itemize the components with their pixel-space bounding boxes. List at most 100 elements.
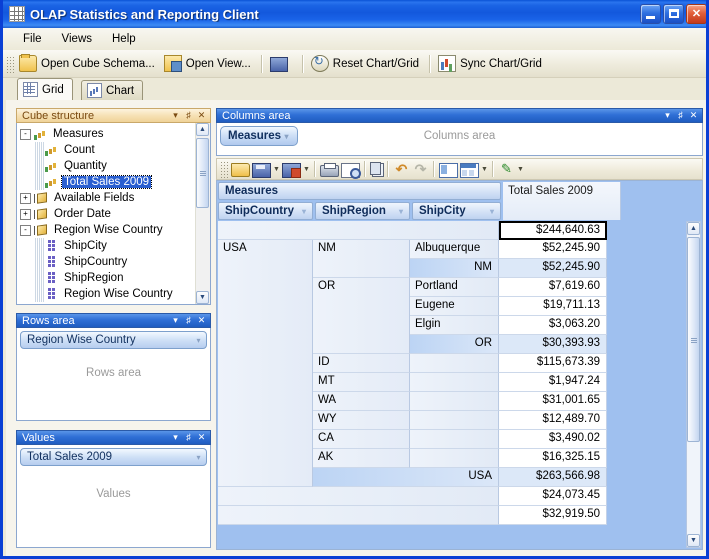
pivot-vertical-scrollbar[interactable]: ▲ ▼ [686,221,701,548]
expand-icon[interactable]: + [20,192,31,204]
menu-item-help[interactable]: Help [102,30,146,48]
columns-area-menu-icon[interactable]: ▾ [661,109,674,122]
rows-area-menu-icon[interactable]: ▾ [169,314,182,327]
rows-area-body[interactable]: Region Wise Country ▾ Rows area [16,328,211,421]
save-as-icon[interactable] [282,162,301,178]
cell-total-sales-value[interactable]: $3,490.02 [499,430,607,449]
print-icon[interactable] [320,162,339,177]
cell-shipcity[interactable] [218,506,499,525]
menu-item-views[interactable]: Views [52,30,102,48]
cell-shipregion[interactable]: ID [313,354,410,373]
tree-item-region-wise-country[interactable]: Region Wise Country [20,286,196,302]
cell-shipregion[interactable]: AK [313,449,410,468]
values-area-pin-icon[interactable]: ♯ [182,431,195,444]
sync-chart-grid-button[interactable]: Sync Chart/Grid [435,53,548,74]
cell-total-sales-value[interactable]: $263,566.98 [499,468,607,487]
cell-total-sales-value[interactable]: $32,919.50 [499,506,607,525]
tree-item-total-sales-2009[interactable]: Total Sales 2009 [20,174,196,190]
layout-icon[interactable] [460,162,479,178]
cell-shipregion[interactable]: OR [313,278,410,354]
rows-area-pin-icon[interactable]: ♯ [182,314,195,327]
undo-icon[interactable]: ↶ [393,161,410,177]
chevron-down-icon[interactable]: ▾ [486,205,498,217]
cell-shipregion[interactable]: WY [313,411,410,430]
toolbar-grip[interactable] [7,54,14,73]
columns-field-chip[interactable]: Measures ▾ [220,126,298,146]
open-icon[interactable] [231,163,250,177]
cube-structure-close-icon[interactable]: ✕ [195,109,208,122]
open-view-button[interactable]: Open View... [161,53,257,74]
column-header-shipregion[interactable]: ShipRegion ▾ [315,202,410,220]
chevron-down-icon[interactable]: ▾ [298,205,310,217]
tree-item-measures[interactable]: - Measures [20,126,196,142]
tree-item-region-wise-country[interactable]: - Region Wise Country [20,222,196,238]
cell-shipregion[interactable]: MT [313,373,410,392]
copy-icon[interactable] [370,162,384,177]
cell-total-sales-value[interactable]: $19,711.13 [499,297,607,316]
cell-total-sales-value[interactable]: $16,325.15 [499,449,607,468]
tree-item-shipcountry[interactable]: ShipCountry [20,254,196,270]
pivot-scroll-down-icon[interactable]: ▼ [687,534,700,547]
tab-grid[interactable]: Grid [17,78,73,100]
cube-structure-tree[interactable]: - Measures Count Quantity Total Sales 2009 + A… [17,123,196,304]
cell-total-sales-value[interactable]: $52,245.90 [499,240,607,259]
pivot-scroll-up-icon[interactable]: ▲ [687,222,700,235]
tree-item-required-date[interactable]: +Required Date [20,302,196,304]
values-area-menu-icon[interactable]: ▾ [169,431,182,444]
cube-structure-menu-icon[interactable]: ▾ [169,109,182,122]
columns-area-pin-icon[interactable]: ♯ [674,109,687,122]
tree-item-shipcity[interactable]: ShipCity [20,238,196,254]
cell-total-sales-value[interactable]: $115,673.39 [499,354,607,373]
cube-structure-pin-icon[interactable]: ♯ [182,109,195,122]
cell-shipcity[interactable] [410,392,499,411]
cell-subtotal-label[interactable]: OR [410,335,499,354]
rows-area-close-icon[interactable]: ✕ [195,314,208,327]
chevron-down-icon[interactable]: ▾ [193,335,204,346]
pivot-grid[interactable]: Measures Total Sales 2009 ShipCountry ▾ … [216,180,703,550]
scroll-thumb[interactable] [196,138,209,208]
cell-shipcity[interactable]: Albuquerque [410,240,499,259]
cell-subtotal-label[interactable]: NM [410,259,499,278]
cell-shipcity[interactable] [410,449,499,468]
save-button[interactable] [267,54,298,74]
tree-item-available-fields[interactable]: + Available Fields [20,190,196,206]
cube-tree-scrollbar[interactable]: ▲ ▼ [195,123,210,304]
cell-total-sales-value[interactable]: $244,640.63 [499,221,607,240]
cell-total-sales-value[interactable]: $12,489.70 [499,411,607,430]
collapse-icon[interactable]: - [20,224,31,236]
chevron-down-icon[interactable]: ▾ [281,131,292,142]
maximize-button[interactable] [663,4,684,24]
tree-item-order-date[interactable]: + Order Date [20,206,196,222]
column-header-shipcity[interactable]: ShipCity ▾ [412,202,501,220]
rows-field-chip[interactable]: Region Wise Country ▾ [20,331,207,349]
cell-total-sales-value[interactable]: $24,073.45 [499,487,607,506]
cell-shipcity[interactable]: Elgin [410,316,499,335]
save-icon[interactable] [252,162,271,178]
tree-item-count[interactable]: Count [20,142,196,158]
redo-icon[interactable]: ↷ [412,161,429,177]
print-preview-icon[interactable] [341,162,361,179]
cell-shipcity[interactable] [410,411,499,430]
style-dropdown-icon[interactable]: ▼ [516,161,525,177]
cell-total-sales-value[interactable]: $52,245.90 [499,259,607,278]
column-header-shipcountry[interactable]: ShipCountry ▾ [218,202,313,220]
expand-icon[interactable]: + [20,208,31,220]
menu-item-file[interactable]: File [13,30,52,48]
cell-shipcity[interactable] [410,373,499,392]
save-dropdown-icon[interactable]: ▼ [272,161,281,177]
pivot-grid-body[interactable]: Germany$244,640.63USANMAlbuquerque$52,24… [218,221,685,548]
cell-shipregion[interactable]: NM [313,240,410,278]
values-area-close-icon[interactable]: ✕ [195,431,208,444]
cell-shipcity[interactable] [218,487,499,506]
cell-shipcity[interactable]: Eugene [410,297,499,316]
tab-chart[interactable]: Chart [81,80,144,100]
tree-item-quantity[interactable]: Quantity [20,158,196,174]
columns-drop-zone[interactable]: Columns area Measures ▾ [217,123,702,155]
scroll-down-icon[interactable]: ▼ [196,291,209,304]
pivot-measures-header[interactable]: Measures [218,182,501,200]
grid-toolbar-grip[interactable] [221,160,228,178]
tree-item-shipregion[interactable]: ShipRegion [20,270,196,286]
cell-shipcountry[interactable]: USA [218,240,313,487]
cell-total-sales-value[interactable]: $3,063.20 [499,316,607,335]
cell-shipcity[interactable] [410,430,499,449]
